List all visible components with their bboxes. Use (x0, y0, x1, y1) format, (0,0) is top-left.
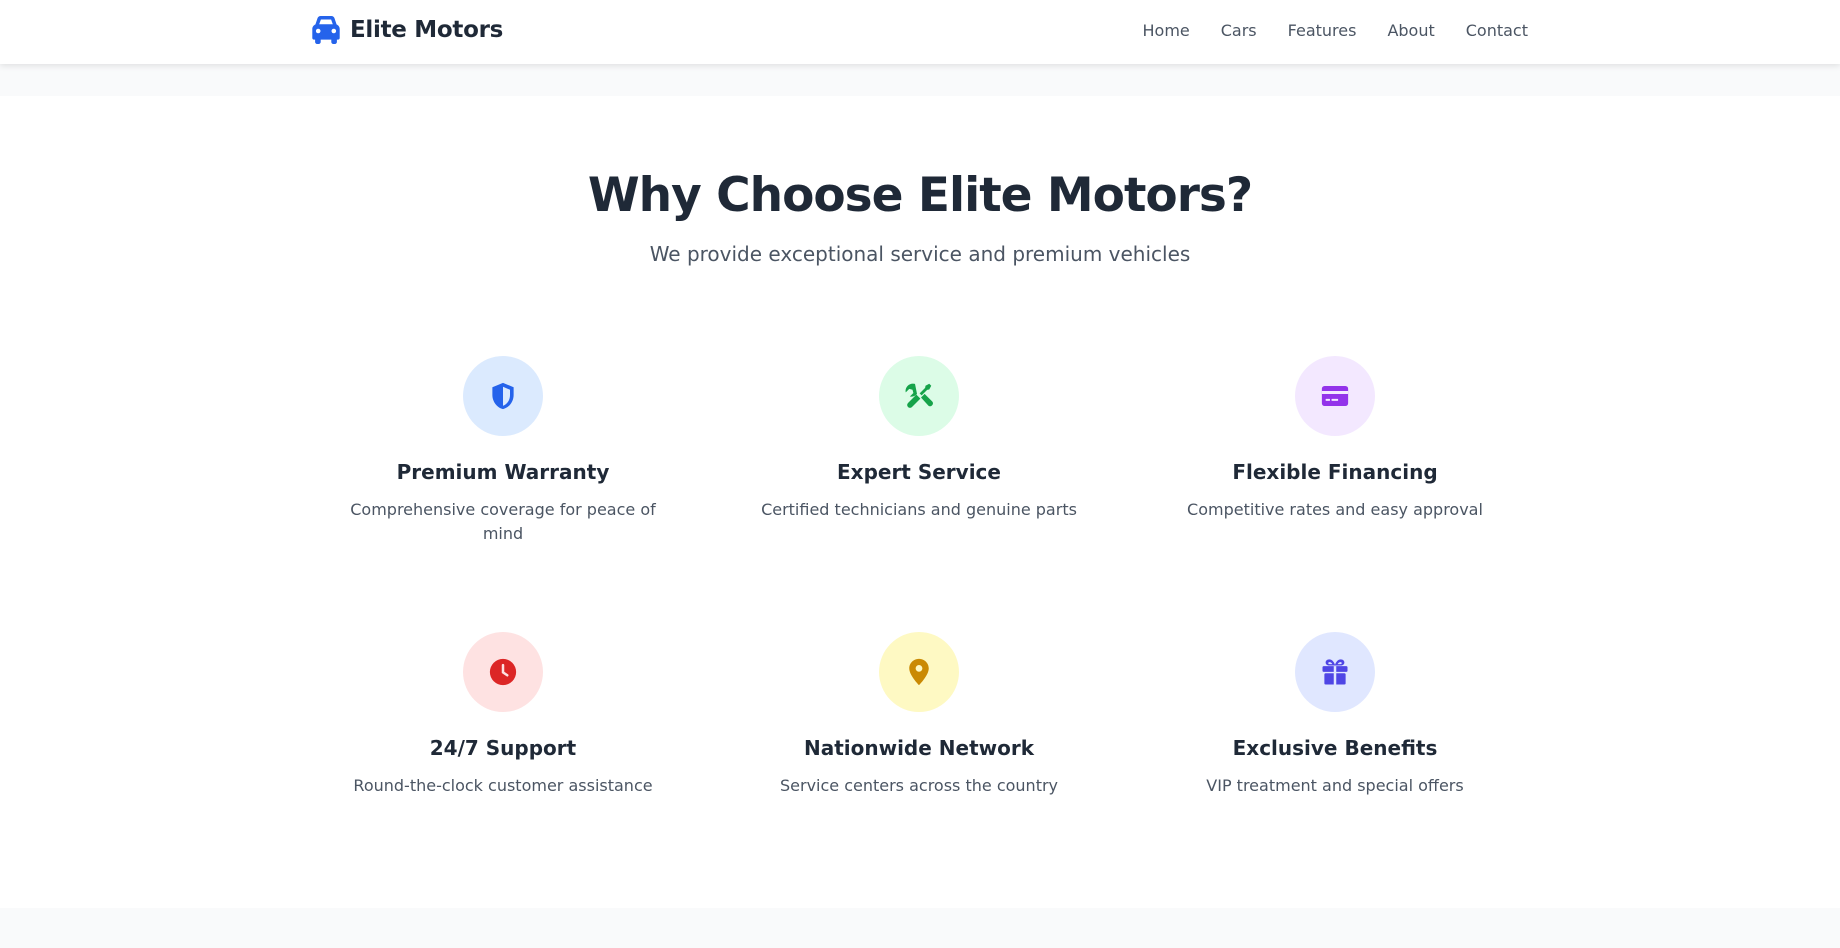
feature-description: Round-the-clock customer assistance (353, 776, 653, 795)
feature-icon-circle (463, 632, 543, 712)
nav-link-cars[interactable]: Cars (1221, 21, 1257, 40)
main-nav: Home Cars Features About Contact (1143, 0, 1529, 60)
gift-icon (1322, 659, 1348, 685)
section-title: Why Choose Elite Motors? (587, 168, 1253, 223)
car-icon (312, 16, 340, 44)
feature-card-financing: Flexible Financing Competitive rates and… (1175, 356, 1495, 522)
feature-card-support: 24/7 Support Round-the-clock customer as… (343, 632, 663, 798)
shield-icon (492, 382, 514, 410)
feature-card-network: Nationwide Network Service centers acros… (759, 632, 1079, 798)
feature-description: VIP treatment and special offers (1206, 776, 1464, 795)
feature-title: 24/7 Support (429, 736, 577, 760)
clock-icon (489, 658, 517, 686)
feature-icon-circle (1295, 632, 1375, 712)
feature-title: Expert Service (837, 460, 1001, 484)
section-subtitle: We provide exceptional service and premi… (649, 242, 1191, 266)
nav-link-about[interactable]: About (1387, 21, 1434, 40)
feature-card-service: Expert Service Certified technicians and… (759, 356, 1079, 522)
feature-title: Premium Warranty (396, 460, 610, 484)
feature-description: Competitive rates and easy approval (1187, 500, 1483, 519)
feature-description: Comprehensive coverage for peace of mind (350, 500, 656, 543)
credit-card-icon (1321, 386, 1349, 406)
nav-link-home[interactable]: Home (1143, 21, 1190, 40)
map-pin-icon (909, 658, 929, 686)
feature-icon-circle (879, 356, 959, 436)
tools-icon (905, 383, 933, 408)
feature-title: Flexible Financing (1232, 460, 1438, 484)
feature-icon-circle (1295, 356, 1375, 436)
feature-title: Exclusive Benefits (1232, 736, 1438, 760)
feature-description: Certified technicians and genuine parts (761, 500, 1077, 519)
brand-logo-link[interactable]: Elite Motors (310, 0, 503, 60)
nav-link-contact[interactable]: Contact (1466, 21, 1528, 40)
feature-icon-circle (879, 632, 959, 712)
navbar: Elite Motors Home Cars Features About Co… (0, 0, 1840, 64)
feature-description: Service centers across the country (779, 776, 1059, 795)
features-section: Why Choose Elite Motors? We provide exce… (0, 96, 1840, 908)
nav-link-features[interactable]: Features (1288, 21, 1357, 40)
feature-card-benefits: Exclusive Benefits VIP treatment and spe… (1175, 632, 1495, 798)
brand-name: Elite Motors (350, 17, 503, 43)
feature-title: Nationwide Network (803, 736, 1035, 760)
feature-card-warranty: Premium Warranty Comprehensive coverage … (343, 356, 663, 546)
feature-icon-circle (463, 356, 543, 436)
